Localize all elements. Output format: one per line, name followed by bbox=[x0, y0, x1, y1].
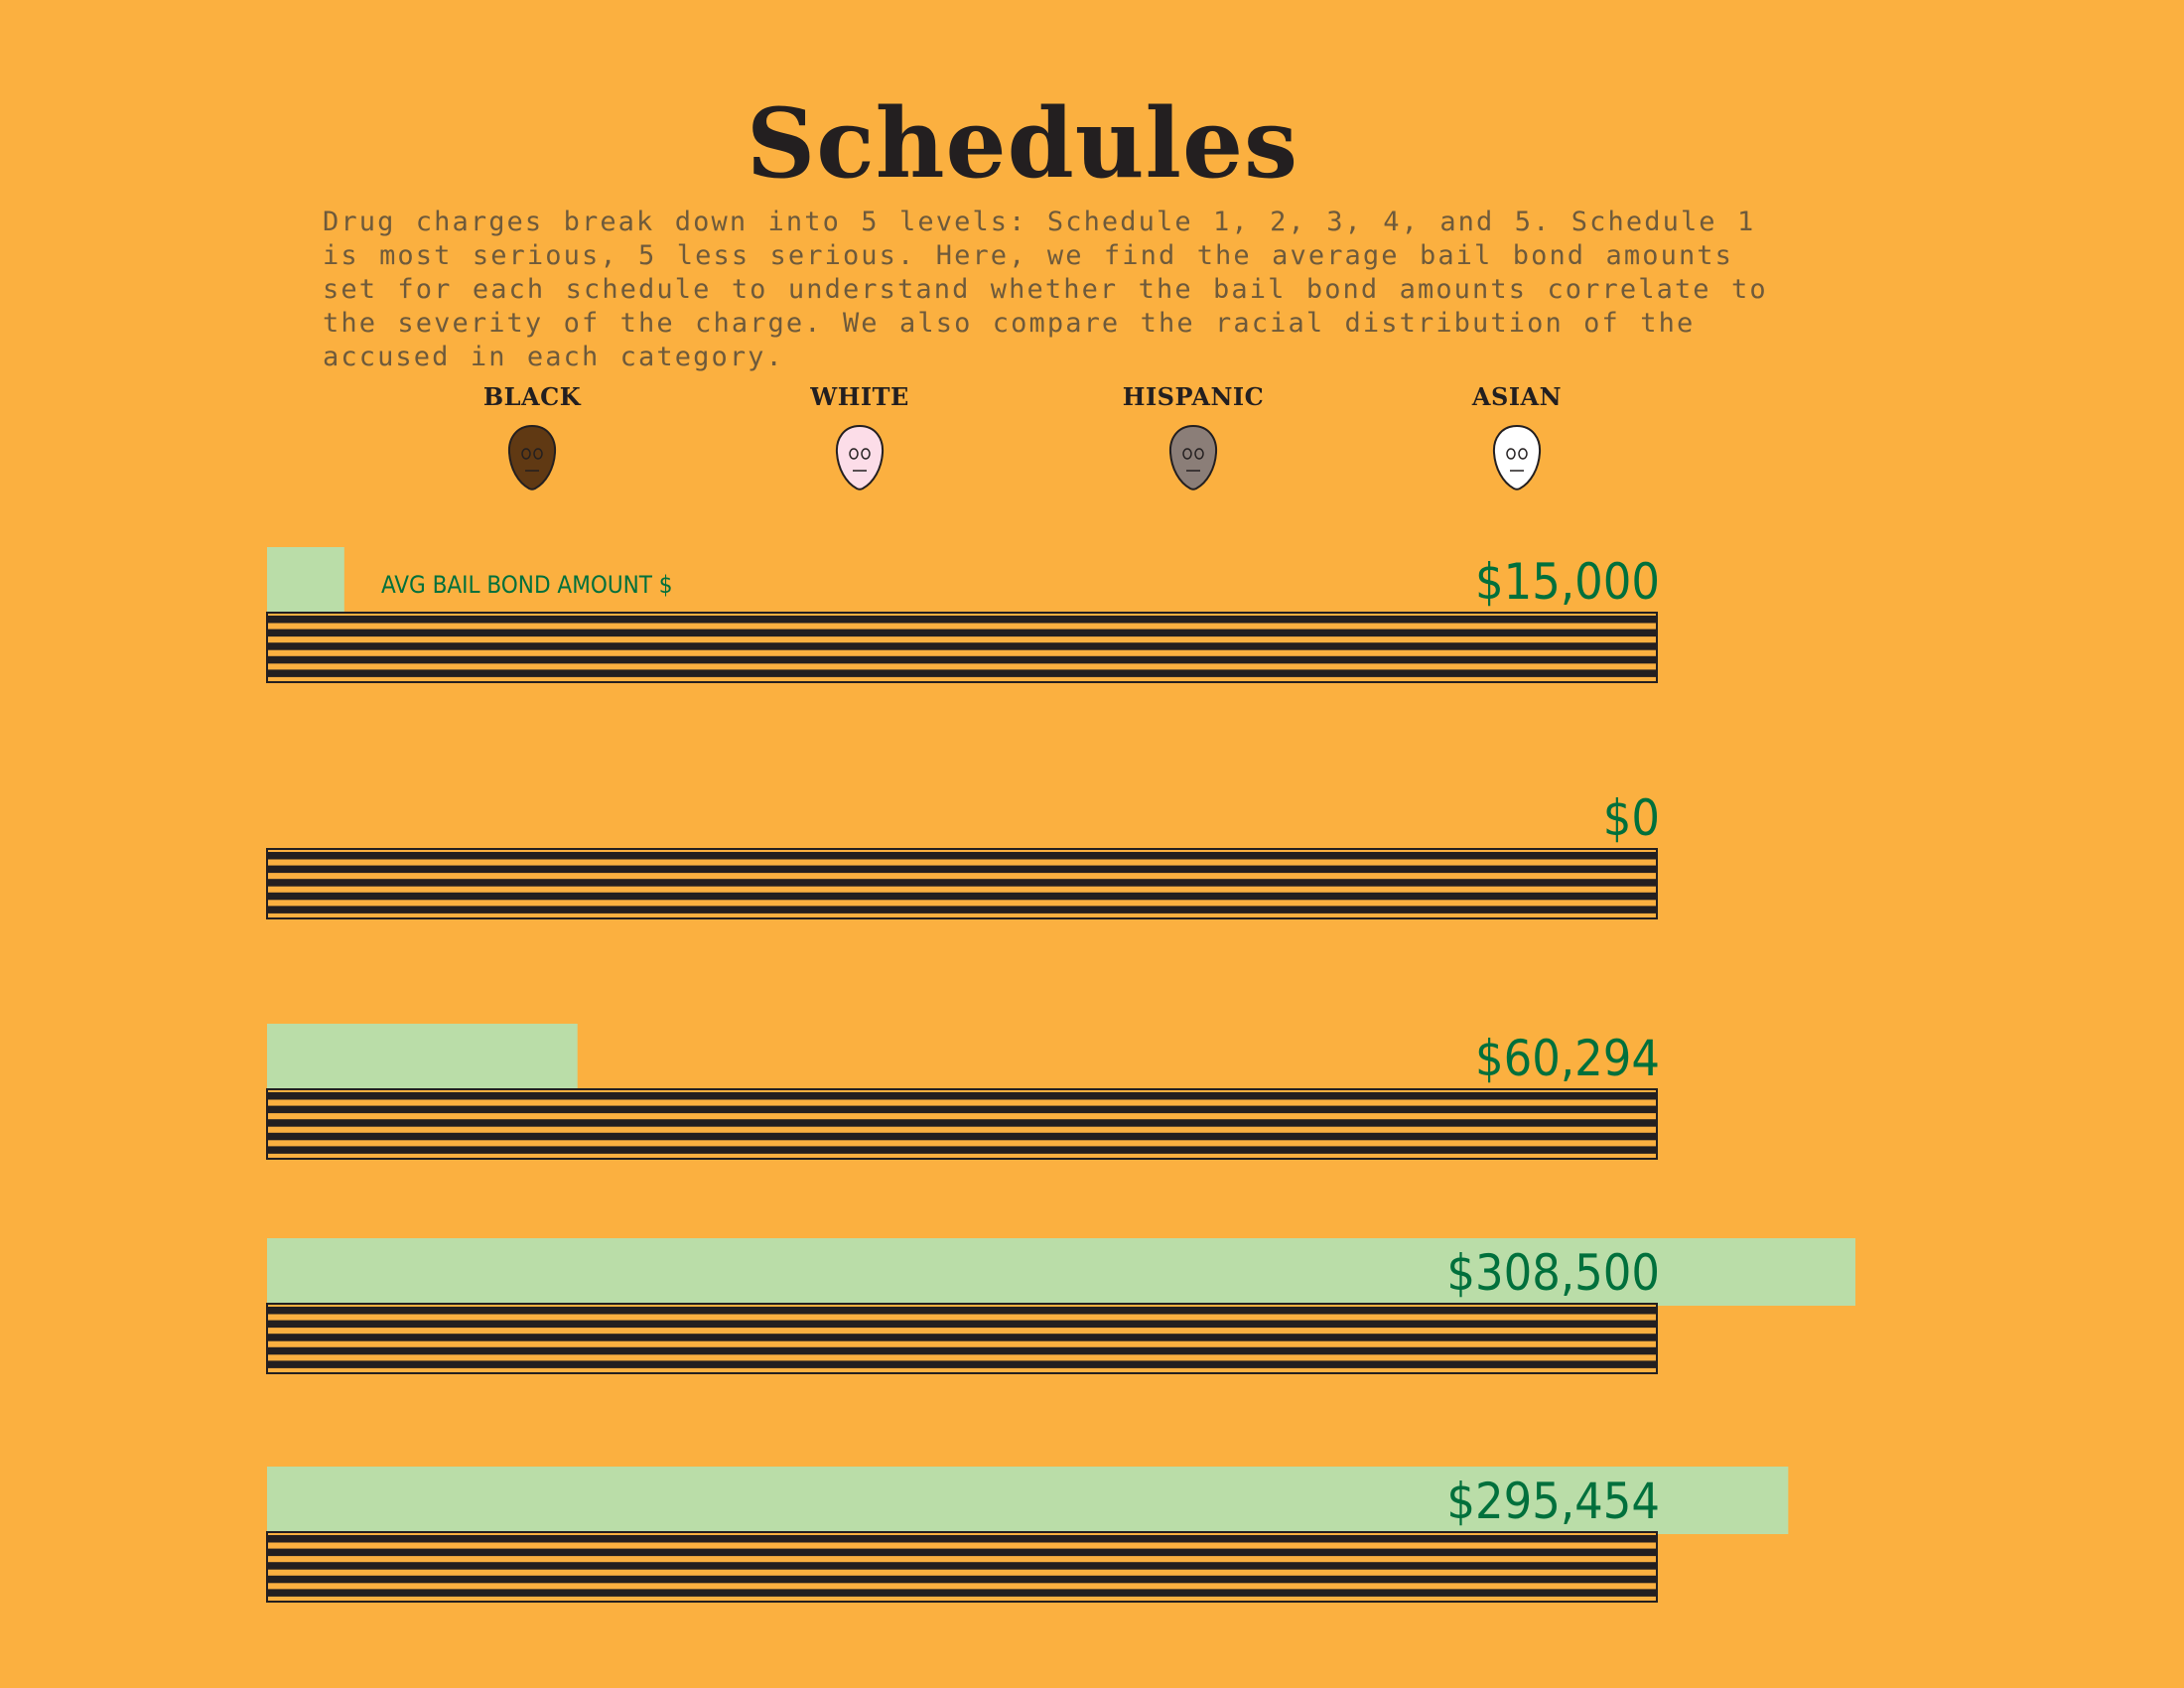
schedule-bar-stripe bbox=[267, 892, 1657, 901]
bail-bond-chart: $15,000 $0 $60,294 $308,500 $295,454 AVG BAIL… bbox=[266, 547, 1855, 1603]
value-label-5: $295,454 bbox=[1446, 1473, 1660, 1530]
schedule-bar-stripe bbox=[267, 1307, 1657, 1315]
schedule-bar-stripe bbox=[267, 852, 1657, 860]
schedule-bar-stripe bbox=[267, 1146, 1657, 1154]
schedule-bar-stripe bbox=[267, 616, 1657, 624]
schedule-bar-stripe bbox=[267, 655, 1657, 664]
schedule-bar-stripe bbox=[267, 1548, 1657, 1557]
schedule-bar-stripe bbox=[267, 1360, 1657, 1368]
value-label-1: $15,000 bbox=[1475, 553, 1660, 611]
schedule-bar-stripe bbox=[267, 1320, 1657, 1329]
schedule-bar-stripe bbox=[267, 1346, 1657, 1355]
schedule-bar-stripe bbox=[267, 1105, 1657, 1114]
bond-bar-3 bbox=[267, 1024, 578, 1091]
series-label: AVG BAIL BOND AMOUNT $ bbox=[381, 571, 673, 599]
bond-bar-1 bbox=[267, 547, 344, 615]
schedule-bar-stripe bbox=[267, 1575, 1657, 1584]
schedule-bar-stripe bbox=[267, 1535, 1657, 1543]
schedule-bar-stripe bbox=[267, 642, 1657, 650]
schedule-bar-stripe bbox=[267, 1132, 1657, 1141]
schedule-bar-stripe bbox=[267, 1119, 1657, 1127]
value-label-3: $60,294 bbox=[1475, 1030, 1660, 1087]
schedule-bar-stripe bbox=[267, 879, 1657, 887]
schedule-bar-stripe bbox=[267, 629, 1657, 637]
schedule-bar-stripe bbox=[267, 865, 1657, 874]
value-label-4: $308,500 bbox=[1446, 1244, 1660, 1302]
schedule-bar-stripe bbox=[267, 1562, 1657, 1570]
schedule-bar-stripe bbox=[267, 669, 1657, 677]
value-label-2: $0 bbox=[1603, 789, 1660, 847]
schedule-bar-stripe bbox=[267, 1589, 1657, 1597]
schedule-bar-stripe bbox=[267, 1334, 1657, 1341]
schedule-bar-stripe bbox=[267, 906, 1657, 914]
schedule-bar-stripe bbox=[267, 1092, 1657, 1100]
